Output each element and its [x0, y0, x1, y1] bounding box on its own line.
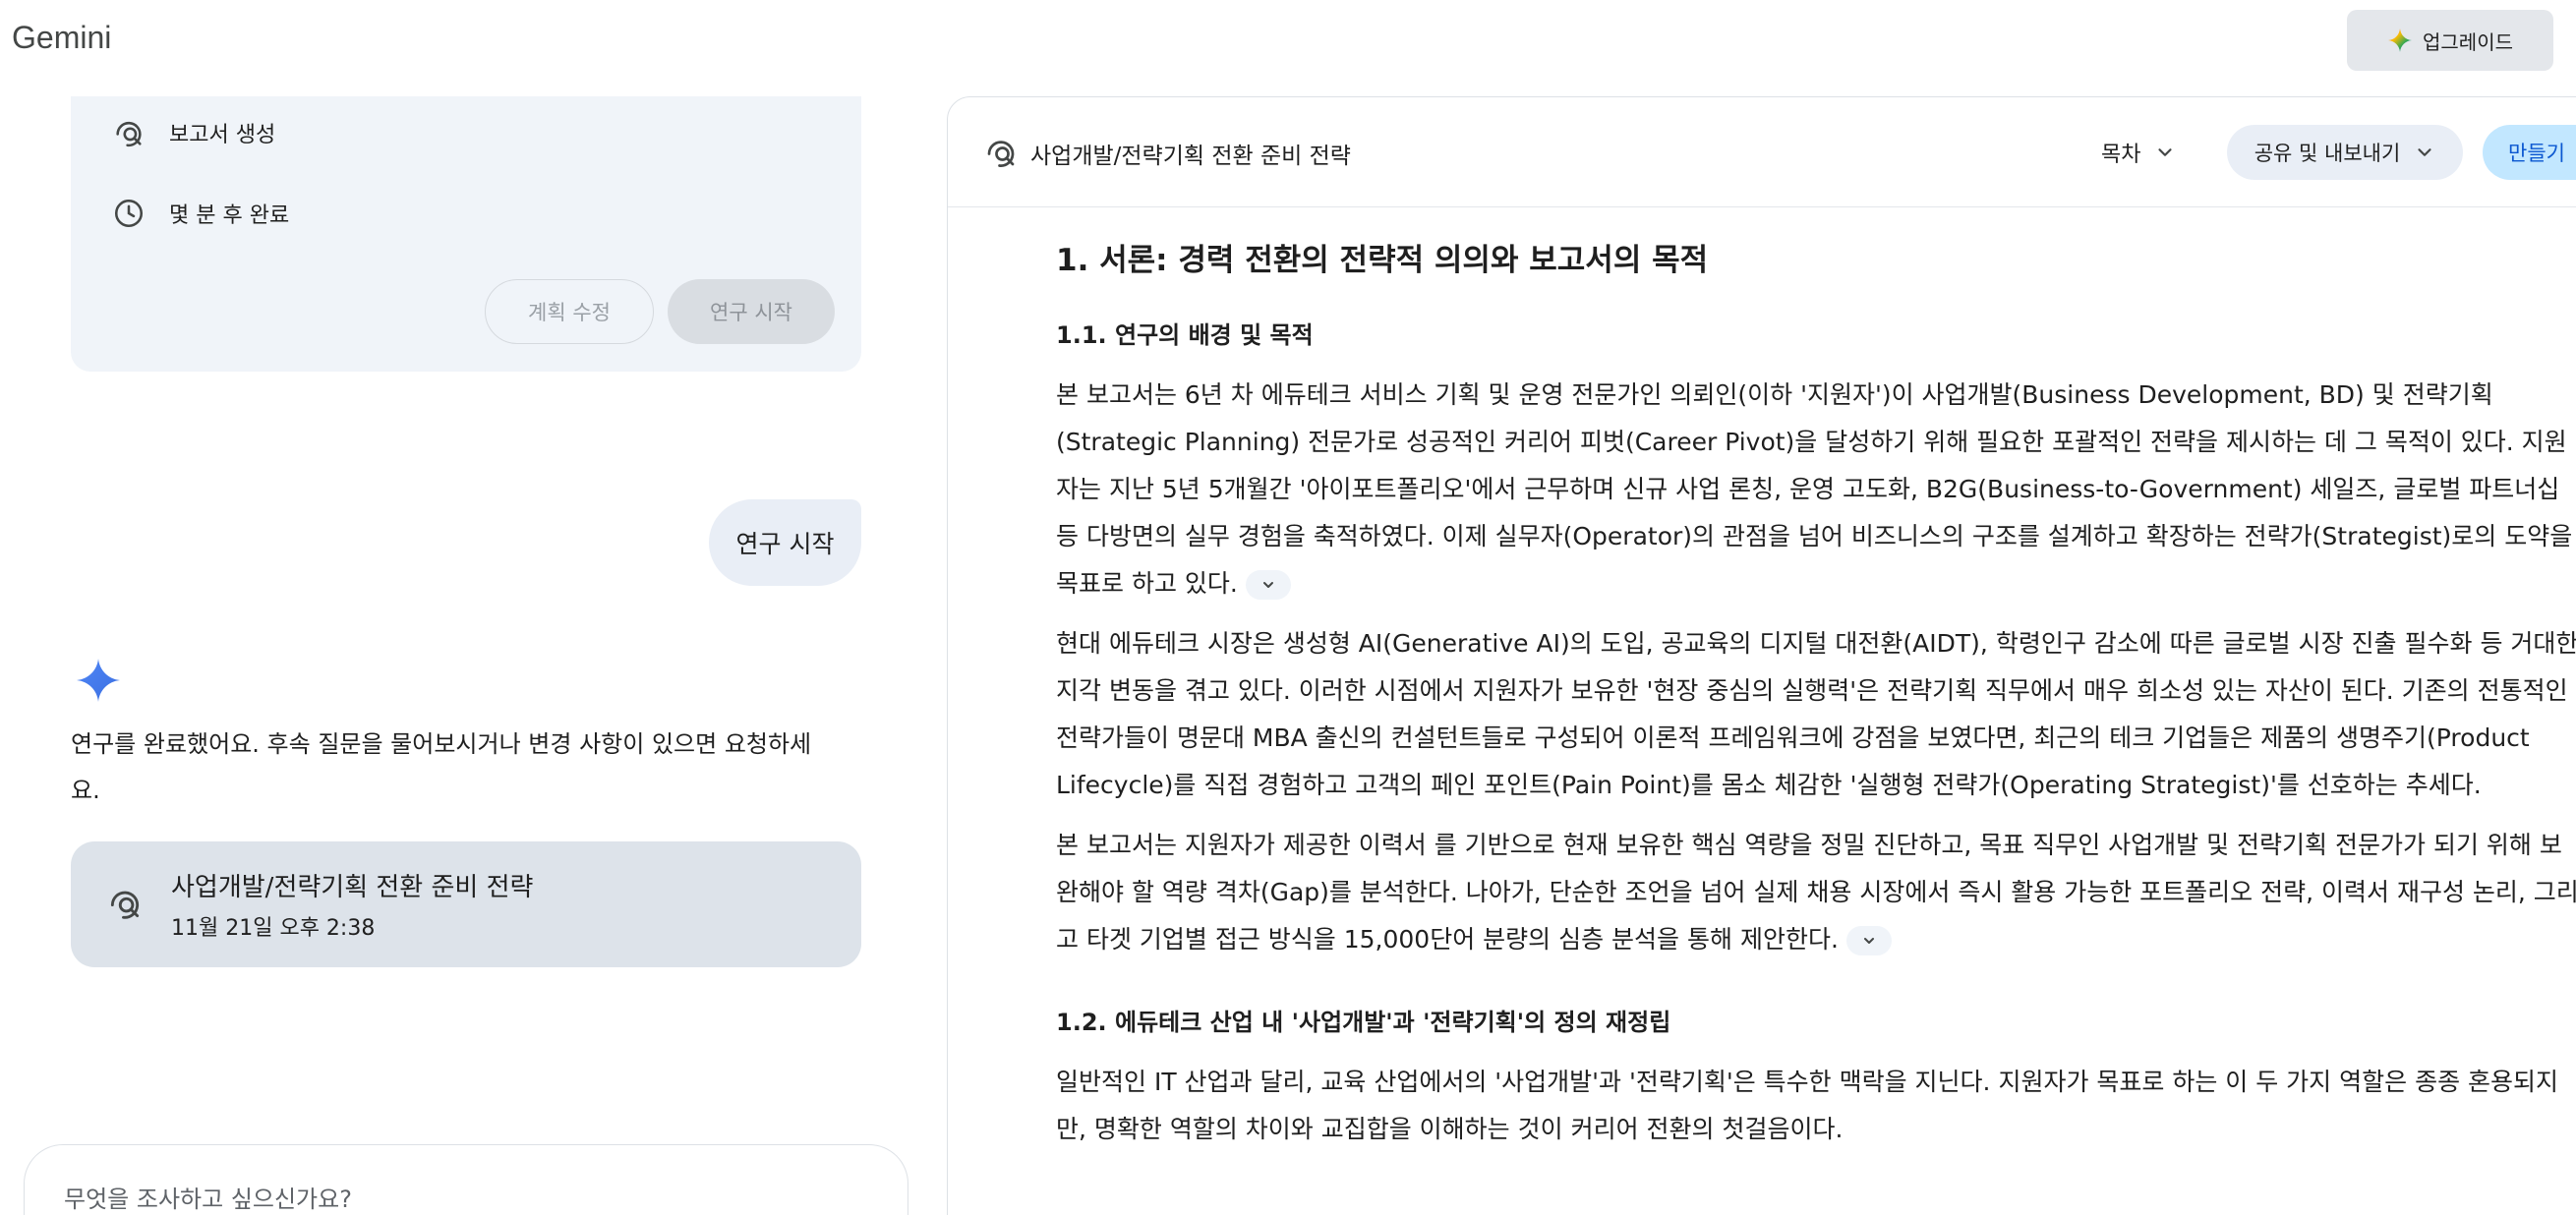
chevron-down-icon — [2158, 148, 2173, 156]
paragraph: 본 보고서는 6년 차 에듀테크 서비스 기획 및 운영 전문가인 의뢰인(이하… — [1056, 372, 2576, 608]
paragraph-line: 본 보고서는 지원자가 제공한 이력서 를 기반으로 현재 보유한 핵심 역량을… — [1056, 831, 2562, 859]
chevron-down-icon — [1262, 582, 1273, 588]
upgrade-label: 업그레이드 — [2423, 29, 2513, 54]
research-search-icon — [987, 141, 1015, 167]
assistant-reply: 연구를 완료했어요. 후속 질문을 물어보시거나 변경 사항이 있으면 요청하세… — [71, 722, 867, 814]
edit-plan-button[interactable]: 계획 수정 — [485, 279, 654, 344]
plan-item-label: 보고서 생성 — [169, 123, 276, 147]
top-bar: Gemini 업그레이드 — [0, 0, 2576, 83]
paragraph: 본 보고서는 지원자가 제공한 이력서 를 기반으로 현재 보유한 핵심 역량을… — [1056, 822, 2576, 963]
paragraph-line: 목표로 하고 있다. — [1056, 569, 1238, 598]
upgrade-button[interactable]: 업그레이드 — [2347, 10, 2553, 71]
paragraph: 현대 에듀테크 시장은 생성형 AI(Generative AI)의 도입, 공… — [1056, 620, 2576, 809]
document-panel: 사업개발/전략기획 전환 준비 전략 목차 공유 및 내보내기 만들기 1. 서… — [947, 96, 2576, 1215]
document-body: 1. 서론: 경력 전환의 전략적 의의와 보고서의 목적 1.1. 연구의 배… — [1056, 235, 2576, 1153]
prompt-input[interactable] — [64, 1175, 850, 1215]
start-research-button[interactable]: 연구 시작 — [668, 279, 835, 344]
chat-panel: 보고서 생성 몇 분 후 완료 계획 수정 연구 시작 연구 시작 연구를 완료… — [0, 83, 944, 1215]
app-logo[interactable]: Gemini — [12, 20, 111, 56]
clock-icon — [114, 199, 144, 228]
subsection-heading: 1.2. 에듀테크 산업 내 '사업개발'과 '전략기획'의 정의 재정립 — [1056, 1009, 1671, 1036]
paragraph-line: 만, 명확한 역할의 차이와 교집합을 이해하는 것이 커리어 전환의 첫걸음이… — [1056, 1115, 1844, 1143]
paragraph-line: 현대 에듀테크 시장은 생성형 AI(Generative AI)의 도입, 공… — [1056, 629, 2576, 658]
create-button[interactable]: 만들기 — [2483, 125, 2576, 180]
paragraph-line: Lifecycle)를 직접 경험하고 고객의 페인 포인트(Pain Poin… — [1056, 771, 2482, 799]
plan-item-label: 몇 분 후 완료 — [169, 203, 290, 228]
paragraph-line: (Strategic Planning) 전문가로 성공적인 커리어 피벗(Ca… — [1056, 428, 2567, 456]
plan-item-duration: 몇 분 후 완료 — [112, 197, 289, 230]
paragraph-line: 전략가들이 명문대 MBA 출신의 컨설턴트들로 구성되어 이론적 프레임워크에… — [1056, 723, 2530, 752]
research-search-icon — [116, 121, 142, 147]
paragraph-line: 자는 지난 5년 5개월간 '아이포트폴리오'에서 근무하며 신규 사업 론칭,… — [1056, 475, 2560, 503]
research-doc-card[interactable]: 사업개발/전략기획 전환 준비 전략 11월 21일 오후 2:38 — [71, 841, 861, 967]
prompt-box — [24, 1144, 908, 1215]
paragraph: 일반적인 IT 산업과 달리, 교육 산업에서의 '사업개발'과 '전략기획'은… — [1056, 1059, 2576, 1153]
gemini-spark-icon — [2388, 29, 2412, 52]
plan-item-report: 보고서 생성 — [112, 116, 275, 149]
paragraph-line: 등 다방면의 실무 경험을 축적하였다. 이제 실무자(Operator)의 관… — [1056, 522, 2573, 550]
toc-label: 목차 — [2101, 143, 2141, 167]
paragraph-line: 고 타겟 기업별 접근 방식을 15,000단어 분량의 심층 분석을 통해 제… — [1056, 925, 1839, 954]
reply-line: 요. — [71, 777, 100, 804]
doc-card-date: 11월 21일 오후 2:38 — [171, 916, 376, 941]
gemini-spark-icon — [77, 659, 120, 702]
share-export-button[interactable]: 공유 및 내보내기 — [2227, 125, 2463, 180]
section-heading: 1. 서론: 경력 전환의 전략적 의의와 보고서의 목적 — [1056, 243, 1709, 278]
subsection-heading: 1.1. 연구의 배경 및 목적 — [1056, 321, 1314, 349]
document-title: 사업개발/전략기획 전환 준비 전략 — [1030, 144, 1351, 169]
chevron-down-icon — [2418, 148, 2431, 156]
paragraph-line: 일반적인 IT 산업과 달리, 교육 산업에서의 '사업개발'과 '전략기획'은… — [1056, 1068, 2559, 1096]
paragraph-line: 완해야 할 역량 격차(Gap)를 분석한다. 나아가, 단순한 조언을 넘어 … — [1056, 878, 2576, 906]
paragraph-line: 지각 변동을 겪고 있다. 이러한 시점에서 지원자가 보유한 '현장 중심의 … — [1056, 676, 2568, 705]
document-header: 사업개발/전략기획 전환 준비 전략 목차 공유 및 내보내기 만들기 — [948, 97, 2576, 207]
expand-citation-button[interactable] — [1845, 926, 1892, 955]
chevron-down-icon — [1863, 938, 1874, 944]
expand-citation-button[interactable] — [1245, 570, 1291, 600]
user-message: 연구 시작 — [709, 499, 861, 586]
research-search-icon — [110, 891, 140, 919]
paragraph-line: 본 보고서는 6년 차 에듀테크 서비스 기획 및 운영 전문가인 의뢰인(이하… — [1056, 380, 2493, 409]
reply-line: 연구를 완료했어요. 후속 질문을 물어보시거나 변경 사항이 있으면 요청하세 — [71, 730, 812, 758]
share-export-label: 공유 및 내보내기 — [2254, 142, 2401, 165]
research-plan-card: 보고서 생성 몇 분 후 완료 계획 수정 연구 시작 — [71, 96, 861, 372]
doc-card-title: 사업개발/전략기획 전환 준비 전략 — [171, 873, 534, 902]
toc-dropdown[interactable]: 목차 — [2101, 125, 2176, 180]
